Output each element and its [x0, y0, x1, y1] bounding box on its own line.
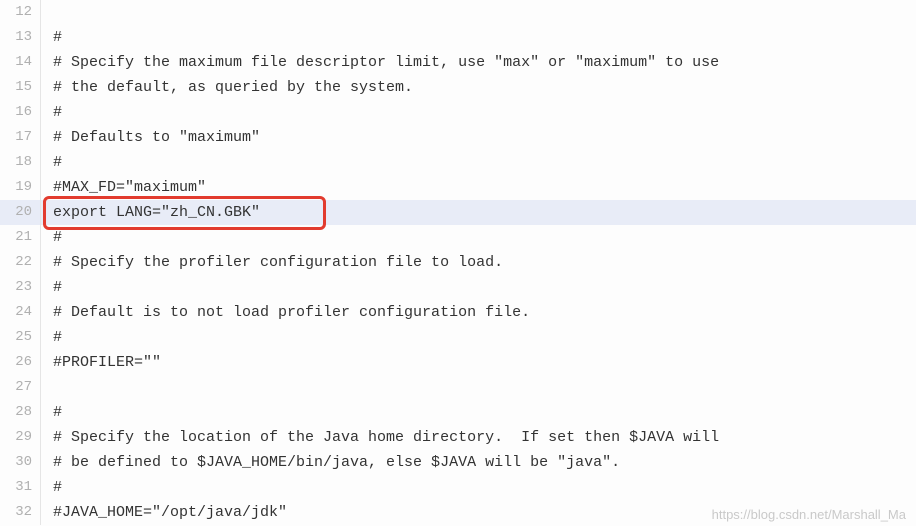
- line-number: 27: [0, 375, 40, 400]
- code-editor[interactable]: 1213#14# Specify the maximum file descri…: [0, 0, 916, 525]
- code-line[interactable]: 22# Specify the profiler configuration f…: [0, 250, 916, 275]
- code-content[interactable]: #: [41, 225, 62, 250]
- code-line[interactable]: 24# Default is to not load profiler conf…: [0, 300, 916, 325]
- line-number: 21: [0, 225, 40, 250]
- line-number: 18: [0, 150, 40, 175]
- code-line[interactable]: 14# Specify the maximum file descriptor …: [0, 50, 916, 75]
- code-line[interactable]: 15# the default, as queried by the syste…: [0, 75, 916, 100]
- code-line[interactable]: 13#: [0, 25, 916, 50]
- code-content[interactable]: #MAX_FD="maximum": [41, 175, 206, 200]
- line-number: 23: [0, 275, 40, 300]
- code-line[interactable]: 25#: [0, 325, 916, 350]
- line-number: 14: [0, 50, 40, 75]
- line-number: 16: [0, 100, 40, 125]
- code-content[interactable]: #PROFILER="": [41, 350, 161, 375]
- code-content[interactable]: #: [41, 400, 62, 425]
- code-line[interactable]: 30# be defined to $JAVA_HOME/bin/java, e…: [0, 450, 916, 475]
- line-number: 17: [0, 125, 40, 150]
- line-number: 20: [0, 200, 40, 225]
- code-content[interactable]: #: [41, 325, 62, 350]
- line-number: 22: [0, 250, 40, 275]
- line-number: 13: [0, 25, 40, 50]
- code-content[interactable]: #: [41, 275, 62, 300]
- code-content[interactable]: # be defined to $JAVA_HOME/bin/java, els…: [41, 450, 620, 475]
- code-content[interactable]: #: [41, 25, 62, 50]
- code-line[interactable]: 17# Defaults to "maximum": [0, 125, 916, 150]
- line-number: 30: [0, 450, 40, 475]
- code-line[interactable]: 19#MAX_FD="maximum": [0, 175, 916, 200]
- code-line[interactable]: 23#: [0, 275, 916, 300]
- code-content[interactable]: # Specify the location of the Java home …: [41, 425, 719, 450]
- code-content[interactable]: # Default is to not load profiler config…: [41, 300, 530, 325]
- code-content[interactable]: #JAVA_HOME="/opt/java/jdk": [41, 500, 287, 525]
- line-number: 19: [0, 175, 40, 200]
- line-number: 24: [0, 300, 40, 325]
- line-number: 28: [0, 400, 40, 425]
- code-content[interactable]: #: [41, 475, 62, 500]
- code-content[interactable]: # Specify the maximum file descriptor li…: [41, 50, 719, 75]
- code-line[interactable]: 32#JAVA_HOME="/opt/java/jdk": [0, 500, 916, 525]
- line-number: 31: [0, 475, 40, 500]
- line-number: 12: [0, 0, 40, 25]
- code-line[interactable]: 21#: [0, 225, 916, 250]
- code-line[interactable]: 16#: [0, 100, 916, 125]
- code-line[interactable]: 20export LANG="zh_CN.GBK": [0, 200, 916, 225]
- line-number: 32: [0, 500, 40, 525]
- code-line[interactable]: 12: [0, 0, 916, 25]
- gutter-divider: [40, 0, 41, 25]
- code-content[interactable]: # Specify the profiler configuration fil…: [41, 250, 503, 275]
- line-number: 26: [0, 350, 40, 375]
- gutter-divider: [40, 375, 41, 400]
- code-line[interactable]: 26#PROFILER="": [0, 350, 916, 375]
- line-number: 15: [0, 75, 40, 100]
- code-line[interactable]: 27: [0, 375, 916, 400]
- code-content[interactable]: # Defaults to "maximum": [41, 125, 260, 150]
- code-line[interactable]: 28#: [0, 400, 916, 425]
- code-line[interactable]: 18#: [0, 150, 916, 175]
- line-number: 29: [0, 425, 40, 450]
- code-content[interactable]: export LANG="zh_CN.GBK": [41, 200, 260, 225]
- line-number: 25: [0, 325, 40, 350]
- code-line[interactable]: 31#: [0, 475, 916, 500]
- code-content[interactable]: # the default, as queried by the system.: [41, 75, 413, 100]
- code-line[interactable]: 29# Specify the location of the Java hom…: [0, 425, 916, 450]
- code-content[interactable]: #: [41, 150, 62, 175]
- code-content[interactable]: #: [41, 100, 62, 125]
